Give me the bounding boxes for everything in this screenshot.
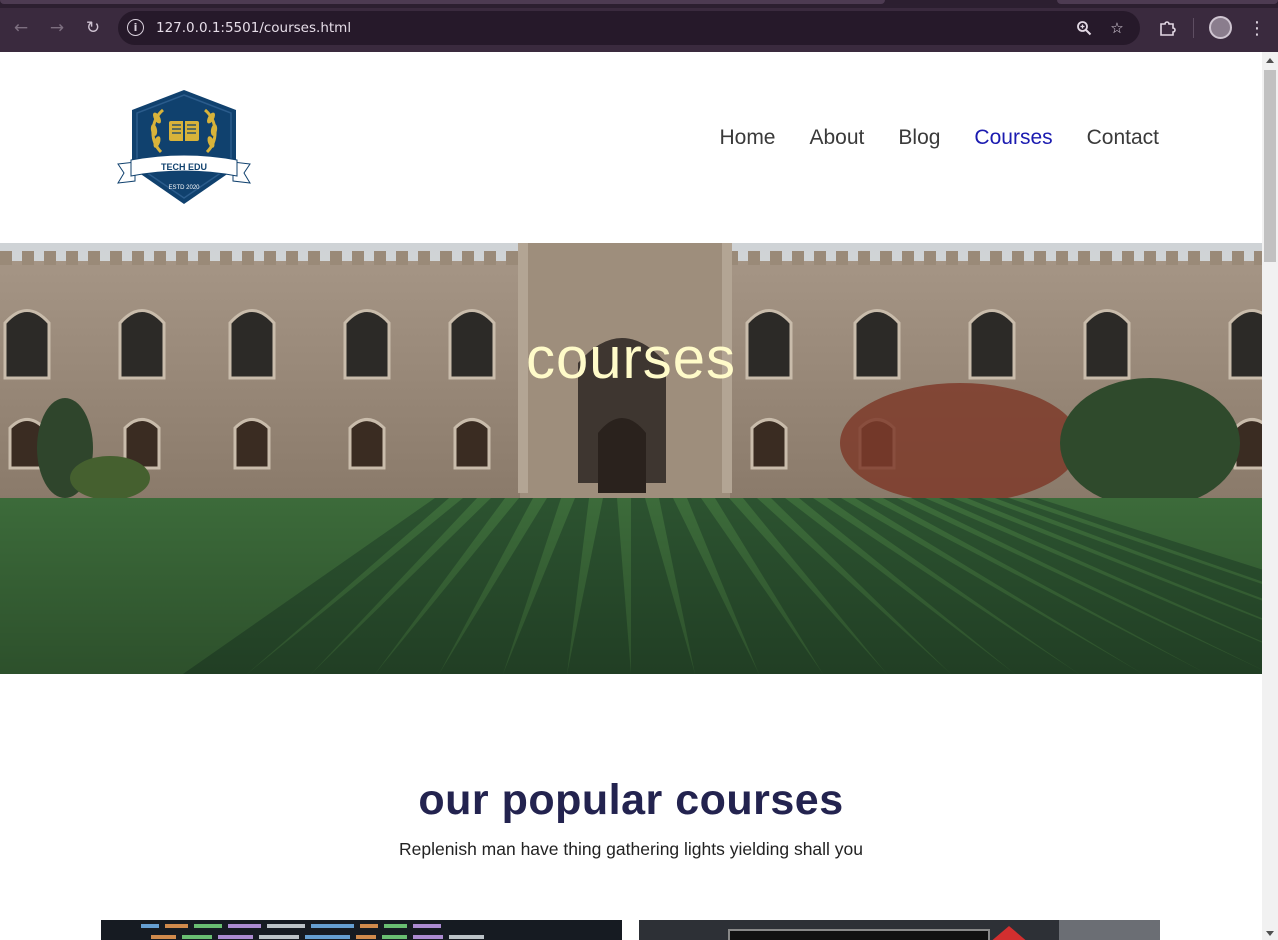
scroll-down-arrow-icon[interactable] [1266,931,1274,936]
zoom-icon[interactable] [1073,17,1095,39]
nav-link-about[interactable]: About [810,126,865,150]
toolbar-separator [1193,18,1194,38]
reload-icon[interactable]: ↻ [79,14,107,42]
course-card-image-code[interactable] [101,920,622,940]
site-logo[interactable]: TECH EDU ESTD 2020 [117,88,251,206]
star-icon[interactable]: ☆ [1106,17,1128,39]
scrollbar-thumb[interactable] [1264,70,1276,262]
url-text[interactable]: 127.0.0.1:5501/courses.html [156,20,351,36]
page-viewport: TECH EDU ESTD 2020 Home About Blog Courses C… [0,52,1262,940]
nav-link-contact[interactable]: Contact [1087,126,1159,150]
hero-title: courses [525,326,737,391]
logo-name: TECH EDU [161,162,207,172]
nav-link-home[interactable]: Home [719,126,775,150]
tab-active-edge [0,0,885,4]
forward-arrow-icon[interactable]: → [43,14,71,42]
profile-avatar[interactable] [1209,16,1232,39]
hero-banner: courses [0,243,1262,674]
nav-link-blog[interactable]: Blog [898,126,940,150]
page-scrollbar[interactable] [1262,52,1278,940]
section-subtitle: Replenish man have thing gathering light… [398,839,864,859]
tab-inactive-edge [1057,0,1278,4]
nav-link-courses[interactable]: Courses [974,126,1052,150]
hero-background-image [0,243,1262,674]
more-vert-icon[interactable]: ⋮ [1247,14,1267,42]
puzzle-icon[interactable] [1156,17,1178,39]
main-nav: Home About Blog Courses Contact [719,126,1159,150]
address-bar[interactable]: i 127.0.0.1:5501/courses.html ☆ [118,11,1140,45]
course-card-image-laptop[interactable] [639,920,1160,940]
site-info-icon[interactable]: i [127,19,144,36]
back-arrow-icon[interactable]: ← [7,14,35,42]
scroll-up-arrow-icon[interactable] [1266,58,1274,63]
logo-tagline: ESTD 2020 [168,185,200,191]
section-title: our popular courses [418,776,844,824]
browser-toolbar: ← → ↻ i 127.0.0.1:5501/courses.html ☆ ⋮ [0,0,1278,52]
